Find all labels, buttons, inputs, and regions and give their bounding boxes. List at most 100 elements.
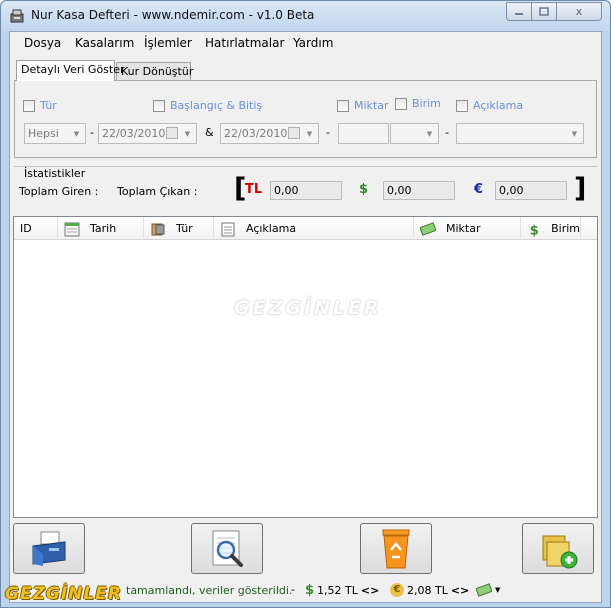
column-id[interactable]: ID — [14, 217, 58, 240]
tl-symbol: TL — [245, 182, 263, 197]
checkbox-box — [23, 99, 35, 112]
usd-symbol: $ — [359, 182, 369, 197]
chevron-down-icon: ▼ — [571, 129, 578, 138]
amount-filter-label: Miktar — [354, 99, 389, 112]
status-message: tamamlandı, veriler gösterildi. — [126, 584, 293, 597]
swap-arrows-icon[interactable]: <> — [361, 584, 379, 597]
column-label: Tür — [176, 222, 193, 235]
calendar-icon — [64, 222, 80, 236]
desc-filter-checkbox[interactable]: Açıklama — [456, 99, 523, 112]
unit-filter-checkbox[interactable]: Birim — [395, 97, 441, 110]
chevron-down-icon: ▼ — [495, 586, 501, 594]
document-search-icon — [212, 530, 243, 567]
minimize-icon — [515, 12, 523, 15]
currency-menu[interactable]: ▼ — [476, 583, 500, 597]
menu-yardim[interactable]: Yardım — [293, 36, 333, 50]
amount-input[interactable] — [338, 123, 389, 144]
column-label: Birim — [551, 222, 580, 235]
statistics-title: İstatistikler — [22, 167, 88, 180]
calendar-checkbox-icon — [166, 127, 178, 139]
recycle-bin-icon — [382, 529, 410, 568]
checkbox-box — [153, 99, 165, 112]
chevron-down-icon: ▼ — [306, 129, 313, 138]
usd-total-field: 0,00 — [383, 181, 455, 200]
unit-select[interactable]: ▼ — [390, 123, 439, 144]
date-separator: & — [205, 126, 214, 139]
eur-symbol: € — [474, 182, 484, 197]
checkbox-box — [456, 99, 468, 112]
swap-arrows-icon[interactable]: <> — [451, 584, 469, 597]
search-report-button[interactable] — [191, 523, 263, 574]
menu-hatirlatmalar[interactable]: Hatırlatmalar — [205, 36, 284, 50]
desc-select[interactable]: ▼ — [456, 123, 584, 144]
app-window: Nur Kasa Defteri - www.ndemir.com - v1.0… — [0, 0, 611, 608]
menu-kasalarim[interactable]: Kasalarım — [75, 36, 134, 50]
column-miktar[interactable]: Miktar — [414, 217, 521, 240]
date-filter-checkbox[interactable]: Başlangıç & Bitiş — [153, 99, 262, 112]
watermark-text: GEZGİNLER — [234, 297, 382, 319]
usd-rate-value: 1,52 TL — [317, 584, 358, 597]
date-end-picker[interactable]: 22/03/2010 ▼ — [220, 123, 319, 144]
desc-filter-label: Açıklama — [473, 99, 524, 112]
usd-rate-display: $ 1,52 TL <> — [305, 583, 379, 598]
separator-dash: - — [90, 126, 94, 139]
column-label: ID — [20, 222, 32, 235]
unit-filter-label: Birim — [412, 97, 441, 110]
date-start-picker[interactable]: 22/03/2010 ▼ — [98, 123, 197, 144]
add-money-icon — [542, 535, 578, 568]
column-tarih[interactable]: Tarih — [58, 217, 144, 240]
column-aciklama[interactable]: Açıklama — [214, 217, 414, 240]
type-select-value: Hepsi — [28, 127, 59, 140]
column-tur[interactable]: Tür — [144, 217, 214, 240]
statistics-group: İstatistikler Toplam Giren : Toplam Çıka… — [14, 166, 597, 208]
tab-kur-donustur[interactable]: Kur Dönüştür — [116, 62, 193, 81]
money-bill-icon — [476, 583, 492, 597]
type-select[interactable]: Hepsi ▼ — [24, 123, 86, 144]
type-filter-label: Tür — [40, 99, 57, 112]
menu-dosya[interactable]: Dosya — [24, 36, 61, 50]
cash-register-icon — [10, 9, 24, 23]
window-title: Nur Kasa Defteri - www.ndemir.com - v1.0… — [31, 8, 315, 22]
close-bracket: ] — [574, 173, 587, 204]
print-button[interactable] — [13, 523, 85, 574]
dollar-icon: $ — [305, 583, 315, 598]
date-end-value: 22/03/2010 — [224, 127, 288, 140]
euro-icon: € — [390, 583, 404, 597]
eur-rate-value: 2,08 TL — [407, 583, 448, 597]
column-label: Miktar — [446, 222, 481, 235]
eur-rate-display: € 2,08 TL <> — [390, 583, 469, 597]
notepad-icon — [221, 222, 235, 236]
close-icon: x — [575, 5, 583, 18]
status-dash: - — [291, 583, 295, 596]
chevron-down-icon: ▼ — [184, 129, 191, 138]
add-record-button[interactable] — [522, 523, 594, 574]
tab-detayli-veri[interactable]: Detaylı Veri Göster — [16, 60, 125, 81]
title-bar[interactable]: Nur Kasa Defteri - www.ndemir.com - v1.0… — [1, 1, 610, 31]
maximize-icon — [539, 7, 549, 16]
delete-button[interactable] — [360, 523, 432, 574]
filter-panel: Tür Başlangıç & Bitiş Miktar Birim Açıkl… — [14, 80, 597, 158]
money-bill-icon — [420, 221, 436, 236]
minimize-button[interactable] — [506, 2, 532, 21]
maximize-button[interactable] — [531, 2, 557, 21]
column-birim[interactable]: $ Birim — [521, 217, 581, 240]
type-filter-checkbox[interactable]: Tür — [23, 99, 57, 112]
column-label: Açıklama — [246, 222, 297, 235]
grid-header: ID Tarih Tür Açıklama Miktar $ Birim — [14, 217, 597, 240]
date-filter-label: Başlangıç & Bitiş — [170, 99, 263, 112]
date-start-value: 22/03/2010 — [102, 127, 166, 140]
checkbox-box — [395, 97, 407, 110]
transactions-grid[interactable]: ID Tarih Tür Açıklama Miktar $ Birim GEZ… — [13, 216, 598, 518]
client-area: Dosya Kasalarım İşlemler Hatırlatmalar Y… — [9, 31, 602, 603]
total-out-label: Toplam Çıkan : — [117, 185, 198, 198]
amount-filter-checkbox[interactable]: Miktar — [337, 99, 389, 112]
tl-total-field: 0,00 — [270, 181, 342, 200]
corner-logo-watermark: GEZGİNLER — [5, 584, 122, 604]
close-button[interactable]: x — [556, 2, 602, 21]
chevron-down-icon: ▼ — [426, 129, 433, 138]
separator-dash: - — [445, 126, 449, 139]
chevron-down-icon: ▼ — [73, 129, 80, 138]
column-label: Tarih — [90, 222, 117, 235]
total-in-label: Toplam Giren : — [19, 185, 99, 198]
menu-islemler[interactable]: İşlemler — [144, 36, 192, 50]
